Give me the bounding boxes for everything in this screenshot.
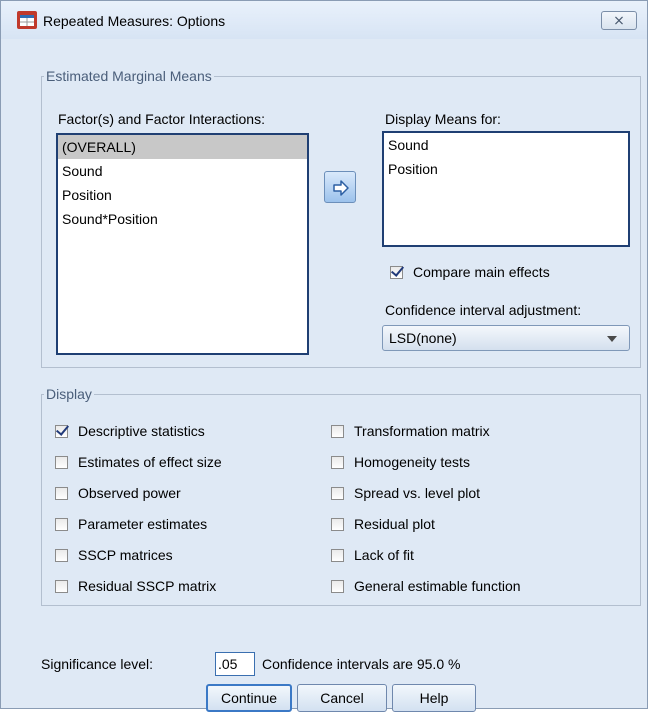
checkbox-icon [55, 455, 68, 469]
checkbox-checked-icon [55, 424, 68, 438]
checkbox-label: Estimates of effect size [78, 454, 222, 470]
list-item[interactable]: Position [384, 157, 628, 181]
list-item[interactable]: Sound*Position [58, 207, 307, 231]
cancel-button[interactable]: Cancel [297, 684, 387, 712]
checkbox-icon [55, 517, 68, 531]
checkbox-icon [331, 579, 344, 593]
transformation-matrix-checkbox[interactable]: Transformation matrix [331, 423, 490, 439]
window-title: Repeated Measures: Options [43, 13, 226, 29]
checkbox-icon [55, 579, 68, 593]
homogeneity-tests-checkbox[interactable]: Homogeneity tests [331, 454, 470, 470]
observed-power-checkbox[interactable]: Observed power [55, 485, 181, 501]
checkbox-label: Spread vs. level plot [354, 485, 481, 501]
checkbox-icon [331, 517, 344, 531]
arrow-right-icon [333, 180, 349, 196]
checkbox-icon [331, 455, 344, 469]
significance-level-input[interactable] [215, 652, 255, 676]
significance-level-label: Significance level: [41, 656, 154, 672]
display-means-list[interactable]: Sound Position [382, 131, 630, 247]
checkbox-label: Lack of fit [354, 547, 414, 563]
ci-adjustment-value: LSD(none) [389, 330, 457, 346]
spread-vs-level-plot-checkbox[interactable]: Spread vs. level plot [331, 485, 480, 501]
checkbox-label: Residual plot [354, 516, 435, 532]
continue-button[interactable]: Continue [206, 684, 292, 712]
title-bar: Repeated Measures: Options ⨯ [1, 1, 647, 39]
close-icon: ⨯ [613, 12, 625, 28]
checkbox-label: Parameter estimates [78, 516, 208, 532]
checkbox-label: Descriptive statistics [78, 423, 205, 439]
display-legend: Display [46, 386, 92, 402]
options-dialog: Repeated Measures: Options ⨯ Estimated M… [0, 0, 648, 712]
compare-main-effects-checkbox[interactable]: Compare main effects [390, 264, 550, 280]
checkbox-icon [331, 424, 344, 438]
list-item[interactable]: Sound [58, 159, 307, 183]
list-item[interactable]: Sound [384, 133, 628, 157]
close-button[interactable]: ⨯ [601, 11, 637, 30]
checkbox-icon [55, 548, 68, 562]
ci-adjustment-label: Confidence interval adjustment: [385, 302, 582, 318]
list-item[interactable]: Position [58, 183, 307, 207]
residual-plot-checkbox[interactable]: Residual plot [331, 516, 435, 532]
confidence-intervals-text: Confidence intervals are 95.0 % [262, 656, 461, 672]
checkbox-icon [331, 548, 344, 562]
display-means-label: Display Means for: [385, 111, 501, 127]
checkbox-label: General estimable function [354, 578, 521, 594]
residual-sscp-matrix-checkbox[interactable]: Residual SSCP matrix [55, 578, 216, 594]
ci-adjustment-select[interactable]: LSD(none) [382, 325, 630, 351]
factors-label: Factor(s) and Factor Interactions: [58, 111, 265, 127]
compare-main-effects-label: Compare main effects [413, 264, 550, 280]
descriptive-statistics-checkbox[interactable]: Descriptive statistics [55, 423, 205, 439]
list-item[interactable]: (OVERALL) [58, 135, 307, 159]
checkbox-label: Residual SSCP matrix [78, 578, 217, 594]
checkbox-label: Homogeneity tests [354, 454, 470, 470]
checkbox-label: Transformation matrix [354, 423, 490, 439]
checkbox-checked-icon [390, 265, 403, 279]
checkbox-icon [331, 486, 344, 500]
checkbox-label: Observed power [78, 485, 181, 501]
chevron-down-icon [607, 336, 617, 342]
effect-size-checkbox[interactable]: Estimates of effect size [55, 454, 222, 470]
general-estimable-function-checkbox[interactable]: General estimable function [331, 578, 521, 594]
factors-list[interactable]: (OVERALL) Sound Position Sound*Position [56, 133, 309, 355]
move-right-button[interactable] [324, 171, 356, 203]
emm-legend: Estimated Marginal Means [46, 68, 212, 84]
checkbox-label: SSCP matrices [78, 547, 173, 563]
lack-of-fit-checkbox[interactable]: Lack of fit [331, 547, 414, 563]
checkbox-icon [55, 486, 68, 500]
parameter-estimates-checkbox[interactable]: Parameter estimates [55, 516, 207, 532]
help-button[interactable]: Help [392, 684, 476, 712]
sscp-matrices-checkbox[interactable]: SSCP matrices [55, 547, 173, 563]
spss-app-icon [17, 11, 37, 29]
